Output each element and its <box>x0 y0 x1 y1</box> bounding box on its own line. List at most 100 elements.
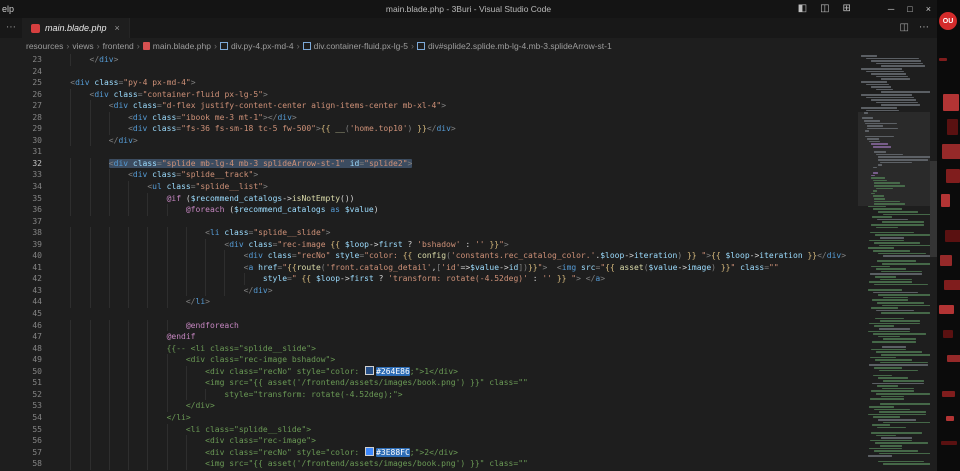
code-line[interactable]: 42 style=" {{ $loop->first ? 'transform: … <box>0 273 858 285</box>
indent-guide <box>70 227 89 239</box>
minimap-line <box>866 83 889 86</box>
split-editor-icon[interactable]: ◫ <box>900 18 909 38</box>
breadcrumb-label: main.blade.php <box>152 40 211 51</box>
code-text: @endif <box>51 331 196 343</box>
vertical-scrollbar[interactable] <box>930 53 937 471</box>
code-line[interactable]: 53 </div> <box>0 400 858 412</box>
code-line[interactable]: 47 @endif <box>0 331 858 343</box>
code-line[interactable]: 41 <a href="{{route('front.catalog_detail… <box>0 262 858 274</box>
breadcrumb-item[interactable]: views <box>72 41 93 51</box>
minimap-line <box>883 255 930 257</box>
code-line[interactable]: 55 <li class="splide__slide"> <box>0 424 858 436</box>
code-line[interactable]: 31 <box>0 146 858 158</box>
code-token: asset <box>619 262 644 272</box>
code-area[interactable]: 23 </div> 24 25 <div class="py-4 px-md-4"> 26… <box>0 54 858 470</box>
indent-guide <box>109 181 128 193</box>
code-line[interactable]: 30 </div> <box>0 135 858 147</box>
tab-close-icon[interactable]: × <box>115 23 120 33</box>
code-line[interactable]: 32 <div class="splide mb-lg-4 mb-3 splide… <box>0 158 858 170</box>
scrollbar-thumb[interactable] <box>930 161 937 257</box>
code-line[interactable]: 23 </div> <box>0 54 858 66</box>
code-token: ul <box>152 182 162 192</box>
code-line[interactable]: 49 <div class="rec-image bshadow"> <box>0 354 858 366</box>
breadcrumb-item[interactable]: div.py-4.px-md-4 <box>219 41 294 51</box>
close-button[interactable]: × <box>926 0 931 18</box>
more-actions-icon[interactable]: ⋯ <box>919 18 929 38</box>
minimap-line <box>878 294 930 296</box>
code-line[interactable]: 36 @foreach ($recommend_catalogs as $valu… <box>0 204 858 216</box>
code-line[interactable]: 40 <div class="recNo" style="color: {{ co… <box>0 250 858 262</box>
code-line[interactable]: 54 </li> <box>0 412 858 424</box>
code-line[interactable]: 51 <img src="{{ asset('/frontend/assets/i… <box>0 377 858 389</box>
minimap-line <box>881 270 922 273</box>
indent-guide <box>147 458 166 470</box>
code-token: " <box>696 251 707 261</box>
code-token: li <box>209 228 220 238</box>
minimap-line <box>873 208 902 211</box>
breadcrumb-item[interactable]: frontend <box>103 41 134 51</box>
indent-guide <box>109 262 128 274</box>
code-line[interactable]: 43 </div> <box>0 285 858 297</box>
minimap-line <box>872 195 885 198</box>
code-line[interactable]: 33 <div class="splide__track"> <box>0 169 858 181</box>
minimize-button[interactable]: ─ <box>888 0 894 18</box>
code-line[interactable]: 38 <li class="splide__slide"> <box>0 227 858 239</box>
indent-guide <box>109 389 128 401</box>
code-line[interactable]: 28 <div class="ibook me-3 mt-1"></div> <box>0 112 858 124</box>
breadcrumb-item[interactable]: main.blade.php <box>142 40 211 51</box>
code-token: "splide2" <box>364 158 408 168</box>
editor[interactable]: 23 </div> 24 25 <div class="py-4 px-md-4"> 26… <box>0 53 937 471</box>
code-line[interactable]: 48 {{-- <li class="splide__slide"> <box>0 343 858 355</box>
minimap-line <box>878 377 908 380</box>
code-line[interactable]: 44 </li> <box>0 296 858 308</box>
code-line[interactable]: 52 style="transform: rotate(-4.52deg);"> <box>0 389 858 401</box>
code-line[interactable]: 26 <div class="container-fluid px-lg-5"> <box>0 89 858 101</box>
indent-guide <box>51 435 70 447</box>
code-token: route <box>296 262 321 272</box>
code-line[interactable]: 46 @endforeach <box>0 320 858 332</box>
code-token: $value <box>470 262 500 272</box>
customize-layout-icon[interactable]: ⊞ <box>843 0 851 18</box>
line-number: 29 <box>32 124 42 134</box>
code-line[interactable]: 27 <div class="d-flex justify-content-cen… <box>0 100 858 112</box>
code-line[interactable]: 57 <div class="recNo" style="color: #3E88… <box>0 447 858 459</box>
indent-guide <box>186 435 205 447</box>
minimap-line <box>867 125 883 127</box>
minimap-line <box>863 120 881 122</box>
indent-guide <box>90 366 109 378</box>
code-line[interactable]: 29 <div class="fs-36 fs-sm-18 tc-5 fw-500… <box>0 123 858 135</box>
line-number: 40 <box>32 251 42 261</box>
minimap-line <box>883 338 916 341</box>
maximize-button[interactable]: □ <box>907 0 912 18</box>
code-line[interactable]: 56 <div class="rec-image"> <box>0 435 858 447</box>
code-line[interactable]: 35 @if ($recommend_catalogs->isNotEmpty()… <box>0 193 858 205</box>
code-line[interactable]: 39 <div class="rec-image {{ $loop->first … <box>0 239 858 251</box>
code-text: <li class="splide__slide"> <box>51 227 330 239</box>
editor-overflow-icon[interactable]: ⋯ <box>6 18 16 38</box>
code-line[interactable]: 50 <div class="recNo" style="color: #264E… <box>0 366 858 378</box>
breadcrumb-item[interactable]: resources <box>26 41 63 51</box>
background-window: OU <box>937 0 960 471</box>
breadcrumb-item[interactable]: div.container-fluid.px-lg-5 <box>302 41 408 51</box>
code-token: $value <box>648 262 678 272</box>
symbol-icon <box>219 41 228 50</box>
tab-main-blade-php[interactable]: main.blade.php × <box>22 18 130 38</box>
line-number: 25 <box>32 78 42 88</box>
code-line[interactable]: 24 <box>0 66 858 78</box>
toggle-sidebar-icon[interactable]: ◧ <box>798 0 807 18</box>
indent-guide <box>109 169 128 181</box>
indent-guide <box>109 112 128 124</box>
code-line[interactable]: 37 <box>0 216 858 228</box>
code-token: > <box>841 251 847 261</box>
minimap-line <box>870 231 914 234</box>
toggle-panel-icon[interactable]: ◫ <box>820 0 829 18</box>
code-line[interactable]: 45 <box>0 308 858 320</box>
minimap[interactable] <box>858 55 930 469</box>
code-line[interactable]: 25 <div class="py-4 px-md-4"> <box>0 77 858 89</box>
code-line[interactable]: 34 <ul class="splide__list"> <box>0 181 858 193</box>
breadcrumb-item[interactable]: div#splide2.splide.mb-lg-4.mb-3.splideAr… <box>416 41 612 51</box>
code-line[interactable]: 58 <img src="{{ asset('/frontend/assets/i… <box>0 458 858 470</box>
color-swatch[interactable] <box>365 447 375 457</box>
minimap-line <box>869 239 904 242</box>
color-swatch[interactable] <box>365 366 375 376</box>
